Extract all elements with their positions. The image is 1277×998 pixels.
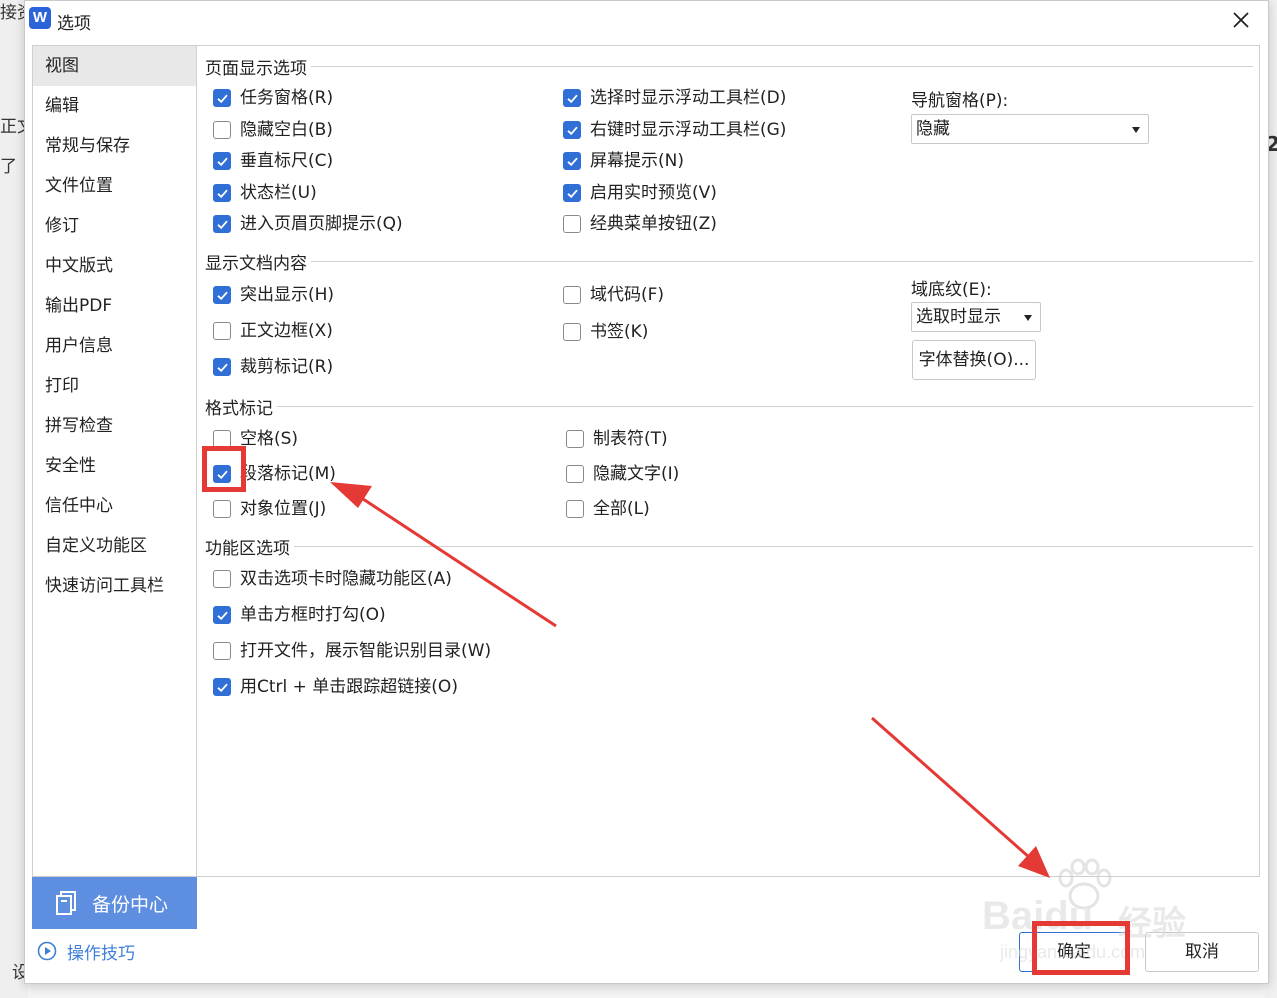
tips-label: 操作技巧: [67, 944, 135, 964]
nav-item[interactable]: 信任中心: [33, 486, 196, 526]
field-shading-value: 选取时显示: [916, 307, 1001, 327]
nav-pane-value: 隐藏: [916, 119, 950, 139]
nav-item[interactable]: 输出PDF: [33, 286, 196, 326]
font-substitution-button[interactable]: 字体替换(O)...: [912, 340, 1036, 380]
checkbox-unchecked-icon[interactable]: [213, 120, 231, 139]
checkbox-label: 任务窗格(R): [240, 88, 334, 108]
checkbox-label: 空格(S): [240, 429, 299, 449]
checkbox-checked-icon[interactable]: [563, 152, 581, 170]
nav-item[interactable]: 自定义功能区: [33, 526, 196, 566]
checkbox-label: 用Ctrl + 单击跟踪超链接(O): [240, 677, 458, 697]
section-divider: [205, 406, 1253, 407]
checkbox-unchecked-icon[interactable]: [213, 322, 231, 340]
backup-center-button[interactable]: 备份中心: [32, 877, 197, 929]
nav-item[interactable]: 安全性: [33, 446, 196, 486]
options-dialog: W 选项 视图 编辑 常规与保存 文件位置 修订 中文版式 输出PDF 用户信息 打印 拼写检查安…: [24, 0, 1269, 984]
checkbox-unchecked-icon[interactable]: [563, 323, 581, 341]
checkbox-label: 段落标记(M): [240, 464, 336, 484]
checkbox-label: 制表符(T): [593, 429, 668, 449]
checkbox-label: 突出显示(H): [240, 285, 335, 305]
checkbox-label: 裁剪标记(R): [240, 357, 334, 377]
checkbox-unchecked-icon[interactable]: [566, 430, 584, 448]
checkbox-label: 书签(K): [590, 322, 649, 342]
options-nav: 视图 编辑 常规与保存 文件位置 修订 中文版式 输出PDF 用户信息 打印 拼写检查 安全性 信任中…: [32, 45, 197, 877]
checkbox-label: 垂直标尺(C): [240, 151, 334, 171]
checkbox-label: 隐藏文字(I): [593, 464, 680, 484]
ok-button[interactable]: 确定: [1019, 932, 1129, 972]
checkbox-checked-icon[interactable]: [213, 183, 231, 202]
checkbox-unchecked-icon[interactable]: [213, 500, 231, 518]
checkbox-checked-icon[interactable]: [213, 286, 231, 304]
nav-item[interactable]: 用户信息: [33, 326, 196, 366]
nav-item[interactable]: 修订: [33, 206, 196, 246]
checkbox-label: 隐藏空白(B): [240, 119, 333, 140]
checkbox-label: 双击选项卡时隐藏功能区(A): [240, 569, 452, 589]
section-title-format-marks: 格式标记: [205, 394, 277, 419]
nav-list: 视图 编辑 常规与保存 文件位置 修订 中文版式 输出PDF 用户信息 打印 拼写检查 安全性 信任中…: [33, 46, 196, 606]
checkbox-checked-icon[interactable]: [213, 606, 231, 624]
section-title-ribbon: 功能区选项: [205, 534, 294, 559]
nav-item[interactable]: 文件位置: [33, 166, 196, 206]
nav-item[interactable]: 拼写检查: [33, 406, 196, 446]
background-text: 了: [0, 157, 17, 177]
checkbox-label: 状态栏(U): [240, 182, 317, 203]
checkbox-checked-icon[interactable]: [213, 89, 231, 107]
nav-pane-label: 导航窗格(P):: [911, 91, 1009, 111]
checkbox-unchecked-icon[interactable]: [563, 286, 581, 304]
section-divider: [205, 261, 1253, 262]
checkbox-checked-icon[interactable]: [563, 89, 581, 107]
section-title-doc-content: 显示文档内容: [205, 249, 311, 274]
dialog-titlebar: W 选项: [25, 1, 1268, 39]
checkbox-label: 启用实时预览(V): [590, 182, 717, 203]
nav-pane-select[interactable]: 隐藏: [911, 114, 1149, 144]
section-divider: [205, 66, 1253, 67]
checkbox-label: 对象位置(J): [240, 499, 327, 519]
checkbox-label: 选择时显示浮动工具栏(D): [590, 88, 787, 108]
backup-icon: [56, 891, 76, 915]
nav-item[interactable]: 编辑: [33, 86, 196, 126]
checkbox-checked-icon[interactable]: [563, 120, 581, 139]
wps-logo-icon: W: [29, 7, 51, 29]
field-shading-select[interactable]: 选取时显示: [911, 302, 1041, 332]
checkbox-label: 进入页眉页脚提示(Q): [240, 214, 403, 234]
checkbox-unchecked-icon[interactable]: [566, 465, 584, 483]
nav-item[interactable]: 常规与保存: [33, 126, 196, 166]
nav-item[interactable]: 打印: [33, 366, 196, 406]
cancel-button[interactable]: 取消: [1145, 932, 1259, 972]
section-title-page-display: 页面显示选项: [205, 54, 311, 79]
nav-item[interactable]: 快速访问工具栏: [33, 566, 196, 606]
play-circle-icon: [37, 941, 57, 961]
chevron-down-icon: [1132, 127, 1140, 133]
checkbox-unchecked-icon[interactable]: [566, 500, 584, 518]
checkbox-label: 全部(L): [593, 499, 650, 519]
checkbox-unchecked-icon[interactable]: [563, 215, 581, 233]
checkbox-label: 单击方框时打勾(O): [240, 605, 386, 625]
section-divider: [205, 546, 1253, 547]
field-shading-label: 域底纹(E):: [911, 280, 992, 300]
close-icon[interactable]: [1228, 7, 1254, 33]
checkbox-label: 屏幕提示(N): [590, 151, 684, 171]
checkbox-unchecked-icon[interactable]: [213, 430, 231, 448]
checkbox-checked-icon[interactable]: [213, 678, 231, 696]
checkbox-checked-icon[interactable]: [213, 358, 231, 376]
checkbox-checked-icon[interactable]: [213, 152, 231, 170]
checkbox-checked-icon[interactable]: [213, 465, 231, 483]
checkbox-label: 经典菜单按钮(Z): [590, 214, 717, 234]
checkbox-label: 右键时显示浮动工具栏(G): [590, 119, 787, 140]
options-content: 页面显示选项 任务窗格(R) 隐藏空白(B) 垂直标尺(C) 状态栏(U) 进入页眉页脚…: [196, 45, 1260, 877]
chevron-down-icon: [1024, 315, 1032, 321]
nav-item[interactable]: 中文版式: [33, 246, 196, 286]
checkbox-label: 打开文件，展示智能识别目录(W): [240, 641, 492, 661]
checkbox-unchecked-icon[interactable]: [213, 642, 231, 660]
dialog-title: 选项: [57, 14, 91, 34]
checkbox-label: 正文边框(X): [240, 321, 333, 341]
backup-center-label: 备份中心: [92, 894, 169, 916]
checkbox-label: 域代码(F): [590, 285, 665, 305]
checkbox-checked-icon[interactable]: [563, 183, 581, 202]
checkbox-checked-icon[interactable]: [213, 215, 231, 233]
nav-item[interactable]: 视图: [33, 46, 196, 86]
checkbox-unchecked-icon[interactable]: [213, 570, 231, 588]
